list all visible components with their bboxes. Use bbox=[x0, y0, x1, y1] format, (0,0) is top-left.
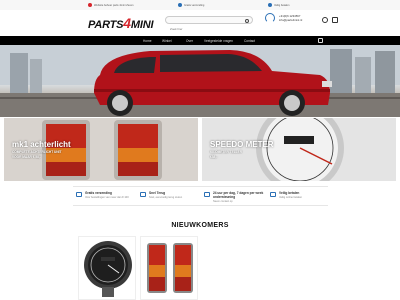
promo-rear-light[interactable]: mk1 achterlicht COMPLETE ACHTERLICHT UNI… bbox=[4, 118, 198, 181]
wishlist-icon[interactable] bbox=[332, 17, 338, 23]
email-address[interactable]: info@parts4mini.nl bbox=[279, 18, 302, 22]
truck-icon bbox=[76, 192, 82, 197]
product-image-tail-lights bbox=[141, 237, 197, 299]
nav-item-about[interactable]: Over bbox=[186, 39, 193, 43]
return-icon bbox=[140, 192, 146, 197]
customer-support: +31(0)6 1234567 info@parts4mini.nl bbox=[265, 13, 302, 23]
truck-icon bbox=[178, 3, 182, 7]
section-title-new-arrivals: NIEUWKOMERS bbox=[171, 222, 229, 229]
hero-banner bbox=[0, 45, 400, 117]
main-navigation: Home Winkel Over Veelgestelde vragen Con… bbox=[0, 36, 400, 45]
promo-title: mk1 achterlicht bbox=[12, 140, 71, 149]
promo-subtitle: COMPLETE ACHTERLICHT UNIT VOOR MAAR € 58… bbox=[12, 150, 62, 159]
info-icon bbox=[88, 3, 92, 7]
topbar-item-shipping: Gratis verzending bbox=[178, 3, 204, 7]
site-logo[interactable]: PARTS4MINI bbox=[88, 15, 154, 31]
hero-red-mini-image bbox=[0, 45, 400, 117]
topbar-item-admin[interactable]: Website beheer parts 4mini Zeven bbox=[88, 3, 133, 7]
product-card-speedometer[interactable] bbox=[78, 236, 136, 300]
usp-support: 24 uur per dag, 7 dagen per week onderst… bbox=[204, 191, 264, 203]
top-info-bar: Website beheer parts 4mini Zeven Gratis … bbox=[0, 0, 400, 10]
nav-item-contact[interactable]: Contact bbox=[244, 39, 255, 43]
product-image-speedometer bbox=[79, 237, 135, 299]
nav-item-home[interactable]: Home bbox=[143, 39, 152, 43]
user-icon[interactable] bbox=[322, 17, 328, 23]
headset-icon bbox=[265, 13, 275, 23]
usp-bar: Gratis verzending Voor bestellingen van … bbox=[73, 186, 328, 206]
site-header: PARTS4MINI +31(0)6 1234567 info@parts4mi… bbox=[0, 10, 400, 36]
credit-card-icon bbox=[270, 192, 276, 197]
search-input[interactable] bbox=[166, 25, 241, 33]
promo-subtitle: KILOMETER TELLER €58,- bbox=[210, 150, 243, 159]
usp-secure-payment: Veilig betalen Veilig online betalen bbox=[270, 191, 326, 199]
usp-free-shipping: Gratis verzending Voor bestellingen van … bbox=[76, 191, 134, 199]
product-card-tail-lights[interactable] bbox=[140, 236, 198, 300]
lock-icon bbox=[268, 3, 272, 7]
usp-fast-return: Snel Terug Snel, eenvoudig terug sturen bbox=[140, 191, 198, 199]
cart-icon[interactable] bbox=[318, 38, 323, 43]
promo-title: SPEEDO METER bbox=[210, 140, 274, 149]
topbar-item-secure-payment: Veilig betalen bbox=[268, 3, 289, 7]
search-icon[interactable] bbox=[245, 18, 249, 23]
nav-item-faq[interactable]: Veelgestelde vragen bbox=[204, 39, 233, 43]
clock-icon bbox=[204, 192, 210, 197]
search-box bbox=[165, 16, 253, 33]
nav-item-shop[interactable]: Winkel bbox=[162, 39, 172, 43]
promo-speedometer[interactable]: SPEEDO METER KILOMETER TELLER €58,- bbox=[202, 118, 396, 181]
